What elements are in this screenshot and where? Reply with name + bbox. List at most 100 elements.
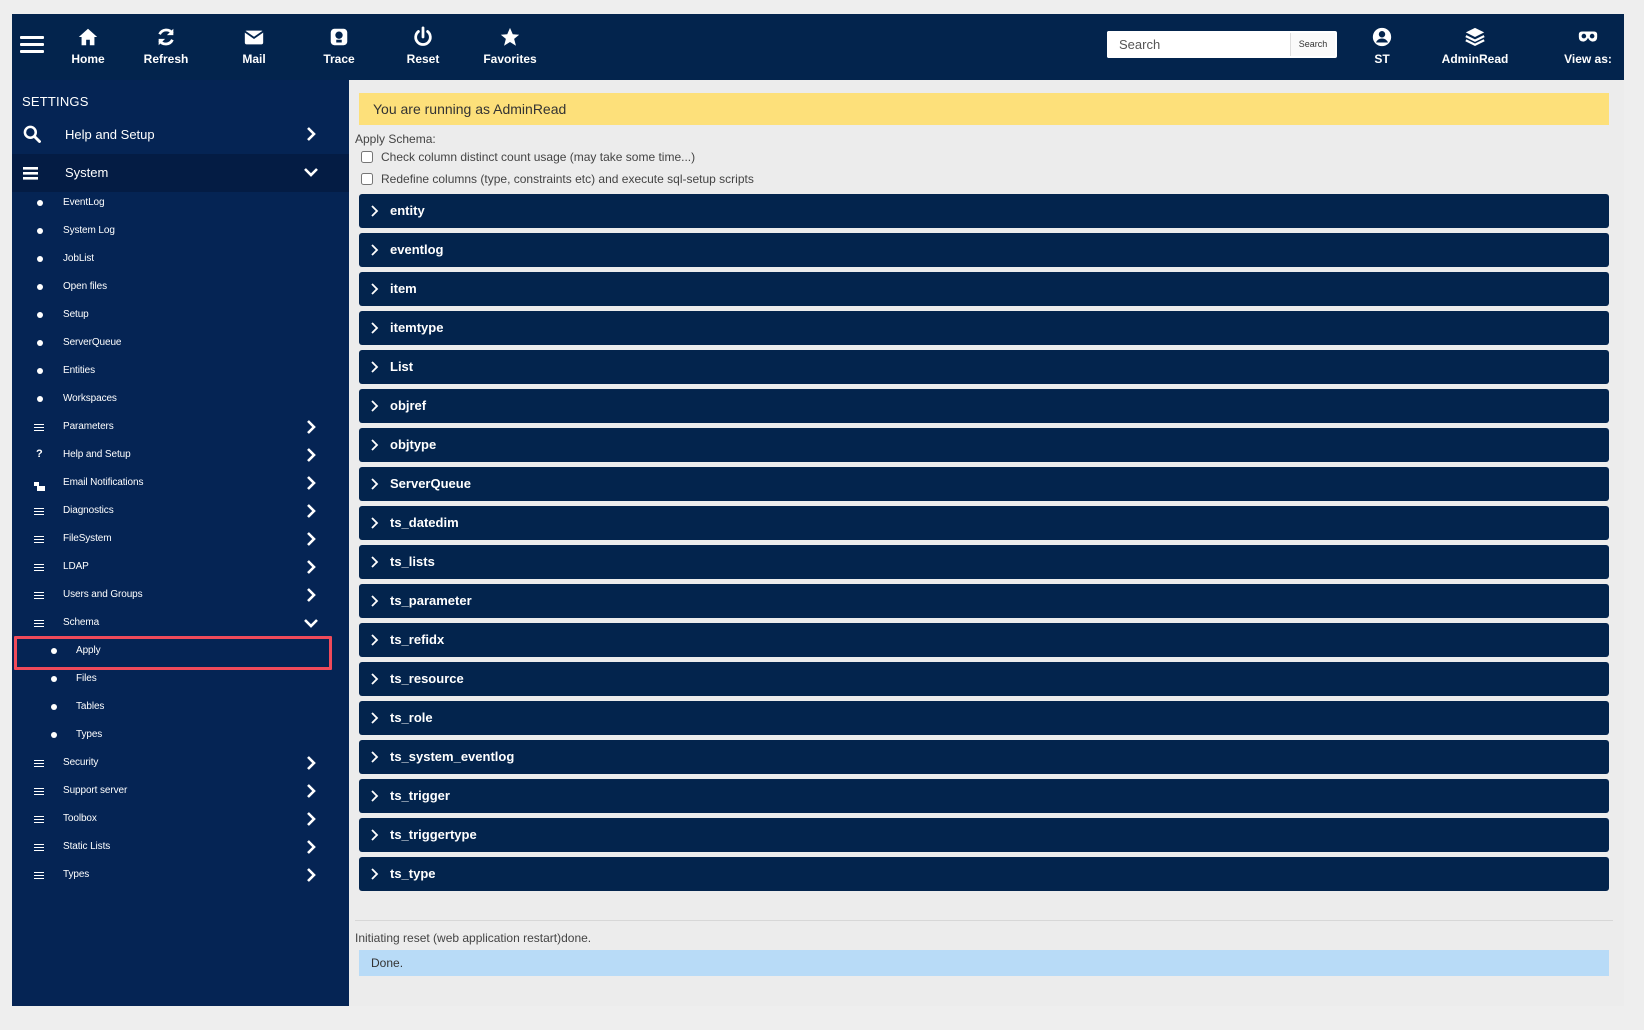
- user-st-button[interactable]: ST: [1367, 26, 1397, 74]
- sidebar-item-label: System Log: [63, 225, 115, 236]
- bullet-icon: [36, 339, 44, 347]
- sidebar-system[interactable]: System: [12, 154, 349, 192]
- accordion-eventlog[interactable]: eventlog: [359, 233, 1609, 267]
- accordion-label: objtype: [390, 437, 437, 452]
- accordion-itemtype[interactable]: itemtype: [359, 311, 1609, 345]
- sidebar-item-label: Toolbox: [63, 813, 97, 824]
- accordion-objtype[interactable]: objtype: [359, 428, 1609, 462]
- sidebar-item-serverqueue[interactable]: ServerQueue: [12, 330, 349, 358]
- list-icon: [34, 590, 44, 600]
- search-box: Search: [1107, 31, 1337, 58]
- bullet-icon: [36, 255, 44, 263]
- sidebar-item-open-files[interactable]: Open files: [12, 274, 349, 302]
- nav-refresh-label: Refresh: [143, 52, 189, 66]
- accordion-ts-system-eventlog[interactable]: ts_system_eventlog: [359, 740, 1609, 774]
- accordion-ts-type[interactable]: ts_type: [359, 857, 1609, 891]
- sidebar-item-label: Support server: [63, 785, 128, 796]
- nav-reset-label: Reset: [406, 52, 440, 66]
- email-notification-icon: [34, 478, 45, 491]
- bullet-icon: [50, 703, 58, 711]
- accordion-label: ts_refidx: [390, 632, 445, 647]
- sidebar-item-tables[interactable]: Tables: [12, 694, 349, 722]
- sidebar-item-eventlog[interactable]: EventLog: [12, 190, 349, 218]
- redefine-columns-checkbox[interactable]: [361, 173, 373, 185]
- accordion-list[interactable]: List: [359, 350, 1609, 384]
- nav-trace-label: Trace: [323, 52, 355, 66]
- bullet-icon: [36, 227, 44, 235]
- accordion-ts-role[interactable]: ts_role: [359, 701, 1609, 735]
- search-input[interactable]: [1107, 31, 1277, 58]
- bullet-icon: [36, 395, 44, 403]
- sidebar-item-types[interactable]: Types: [12, 862, 349, 890]
- chevron-right-icon: [369, 711, 381, 730]
- accordion-ts-datedim[interactable]: ts_datedim: [359, 506, 1609, 540]
- accordion-ts-lists[interactable]: ts_lists: [359, 545, 1609, 579]
- sidebar-item-toolbox[interactable]: Toolbox: [12, 806, 349, 834]
- sidebar-item-users-groups[interactable]: Users and Groups: [12, 582, 349, 610]
- redefine-columns-label: Redefine columns (type, constraints etc)…: [381, 172, 754, 186]
- sidebar-item-label: Entities: [63, 365, 95, 376]
- accordion-ts-trigger[interactable]: ts_trigger: [359, 779, 1609, 813]
- chevron-right-icon: [303, 559, 319, 580]
- sidebar-item-parameters[interactable]: Parameters: [12, 414, 349, 442]
- apply-schema-label: Apply Schema:: [355, 132, 436, 146]
- search-button[interactable]: Search: [1290, 33, 1335, 56]
- chevron-right-icon: [303, 811, 319, 832]
- list-icon: [34, 786, 44, 796]
- nav-home-button[interactable]: Home: [68, 26, 108, 74]
- nav-home-label: Home: [71, 52, 105, 66]
- distinct-count-checkbox[interactable]: [361, 151, 373, 163]
- nav-reset-button[interactable]: Reset: [404, 26, 442, 74]
- sidebar-item-security[interactable]: Security: [12, 750, 349, 778]
- nav-favorites-button[interactable]: Favorites: [482, 26, 538, 74]
- sidebar-item-types-schema[interactable]: Types: [12, 722, 349, 750]
- sidebar-item-schema[interactable]: Schema: [12, 610, 349, 638]
- settings-sidebar: SETTINGS Help and Setup System EventLog …: [12, 80, 349, 1006]
- sidebar-item-files[interactable]: Files: [12, 666, 349, 694]
- hamburger-icon[interactable]: [20, 32, 44, 56]
- sidebar-item-label: Email Notifications: [63, 477, 144, 488]
- sidebar-item-setup[interactable]: Setup: [12, 302, 349, 330]
- sidebar-item-diagnostics[interactable]: Diagnostics: [12, 498, 349, 526]
- accordion-label: itemtype: [390, 320, 444, 335]
- sidebar-title: SETTINGS: [22, 94, 89, 109]
- option-redefine-columns[interactable]: Redefine columns (type, constraints etc)…: [361, 172, 754, 186]
- accordion-objref[interactable]: objref: [359, 389, 1609, 423]
- sidebar-item-ldap[interactable]: LDAP: [12, 554, 349, 582]
- sidebar-item-email-notifications[interactable]: Email Notifications: [12, 470, 349, 498]
- accordion-serverqueue[interactable]: ServerQueue: [359, 467, 1609, 501]
- sidebar-item-label: ServerQueue: [63, 337, 122, 348]
- main-content: You are running as AdminRead Apply Schem…: [349, 80, 1624, 1006]
- accordion-entity[interactable]: entity: [359, 194, 1609, 228]
- sidebar-item-static-lists[interactable]: Static Lists: [12, 834, 349, 862]
- sidebar-item-joblist[interactable]: JobList: [12, 246, 349, 274]
- nav-mail-button[interactable]: Mail: [237, 26, 271, 74]
- accordion-ts-refidx[interactable]: ts_refidx: [359, 623, 1609, 657]
- sidebar-item-workspaces[interactable]: Workspaces: [12, 386, 349, 414]
- sidebar-item-filesystem[interactable]: FileSystem: [12, 526, 349, 554]
- accordion-ts-triggertype[interactable]: ts_triggertype: [359, 818, 1609, 852]
- accordion-ts-parameter[interactable]: ts_parameter: [359, 584, 1609, 618]
- option-distinct-count[interactable]: Check column distinct count usage (may t…: [361, 150, 695, 164]
- accordion-item[interactable]: item: [359, 272, 1609, 306]
- question-icon: ?: [36, 448, 43, 460]
- nav-trace-button[interactable]: Trace: [320, 26, 358, 74]
- sidebar-item-entities[interactable]: Entities: [12, 358, 349, 386]
- chevron-right-icon: [369, 399, 381, 418]
- sidebar-help-setup[interactable]: Help and Setup: [12, 116, 349, 154]
- accordion-label: ts_resource: [390, 671, 464, 686]
- accordion-ts-resource[interactable]: ts_resource: [359, 662, 1609, 696]
- sidebar-item-label: Schema: [63, 617, 100, 628]
- nav-refresh-button[interactable]: Refresh: [142, 26, 190, 74]
- view-as-button[interactable]: View as:: [1563, 26, 1613, 74]
- sidebar-item-support-server[interactable]: Support server: [12, 778, 349, 806]
- refresh-icon: [142, 26, 190, 50]
- adminread-button[interactable]: AdminRead: [1440, 26, 1510, 74]
- user-icon: [1367, 26, 1397, 50]
- reset-status-text: Initiating reset (web application restar…: [355, 931, 592, 945]
- chevron-right-icon: [369, 321, 381, 340]
- sidebar-item-help-setup[interactable]: ? Help and Setup: [12, 442, 349, 470]
- sidebar-item-system-log[interactable]: System Log: [12, 218, 349, 246]
- chevron-right-icon: [303, 503, 319, 524]
- nav-favorites-label: Favorites: [483, 52, 537, 66]
